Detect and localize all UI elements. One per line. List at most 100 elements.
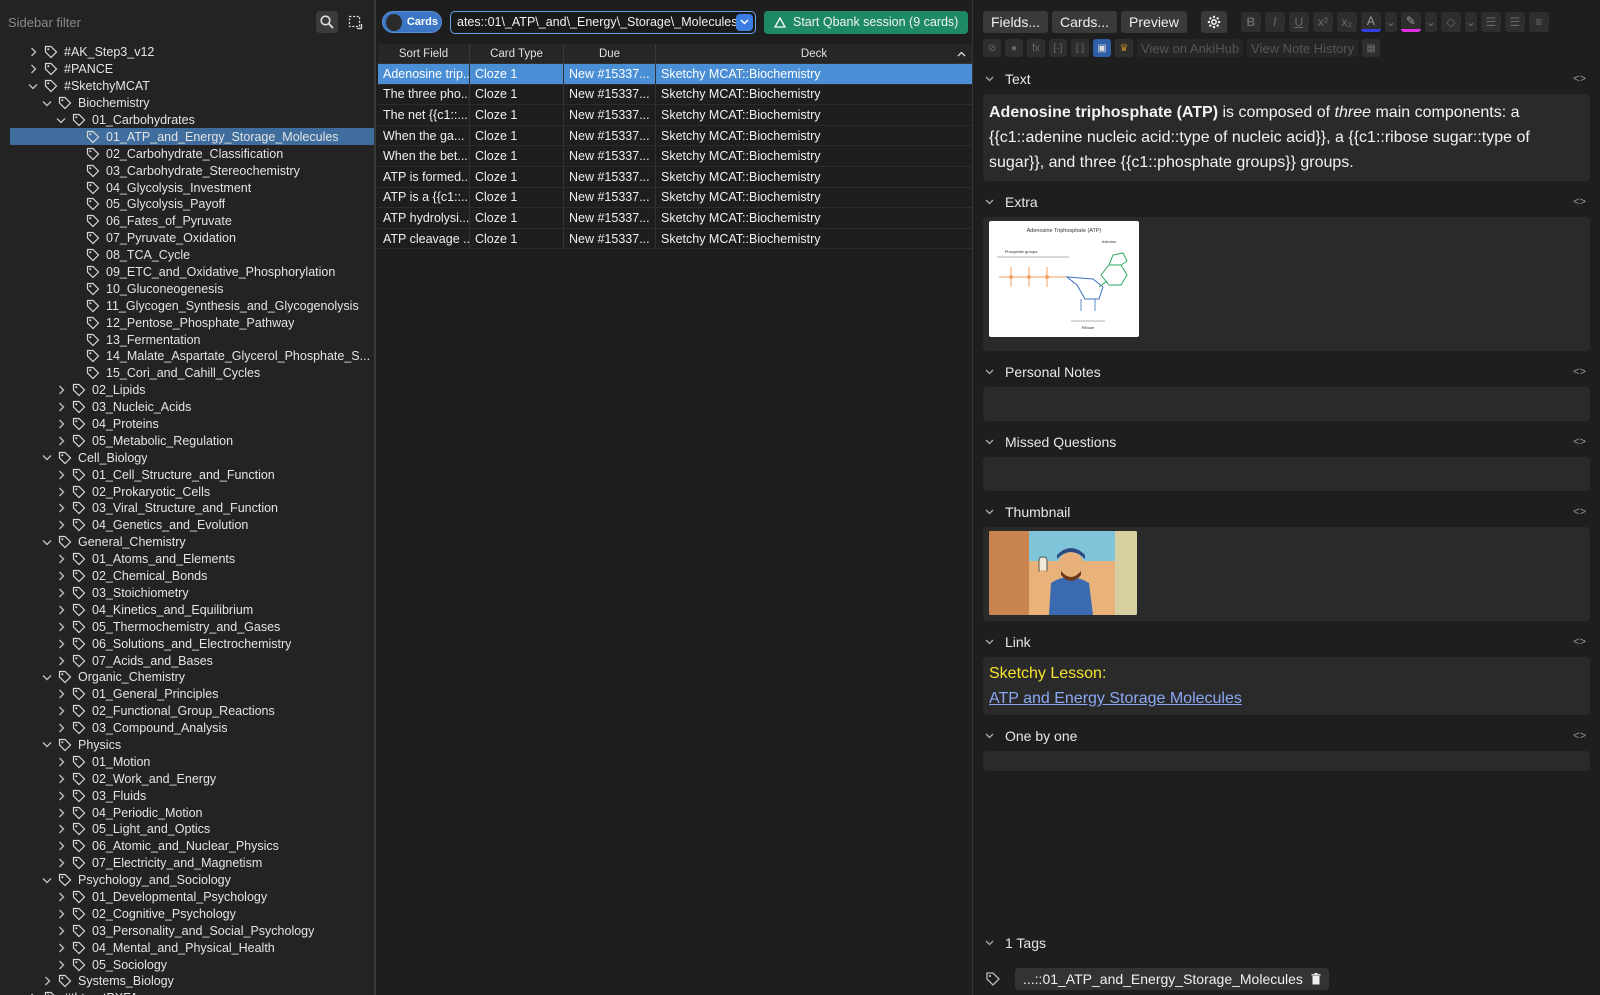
html-editor-toggle-icon[interactable]: <> [1573, 366, 1586, 378]
html-editor-toggle-icon[interactable]: <> [1573, 73, 1586, 85]
chevron-right-icon[interactable] [56, 436, 66, 446]
chevron-right-icon[interactable] [56, 824, 66, 834]
html-editor-toggle-icon[interactable]: <> [1573, 436, 1586, 448]
chevron-right-icon[interactable] [56, 757, 66, 767]
html-editor-toggle-icon[interactable]: <> [1573, 730, 1586, 742]
sidebar-tree-item[interactable]: 02_Work_and_Energy [0, 770, 374, 787]
chevron-down-icon[interactable] [42, 875, 52, 885]
table-row[interactable]: Adenosine trip... Cloze 1 New #15337... Ske… [378, 64, 972, 85]
html-editor-toggle-icon[interactable]: <> [1573, 506, 1586, 518]
sidebar-tree-item[interactable]: 01_Carbohydrates [0, 112, 374, 129]
chevron-right-icon[interactable] [56, 622, 66, 632]
sidebar-tree-item[interactable]: Cell_Biology [0, 449, 374, 466]
sidebar-tree-item[interactable]: 05_Thermochemistry_and_Gases [0, 618, 374, 635]
italic-icon[interactable]: I [1264, 12, 1285, 32]
sidebar-tree-item[interactable]: 05_Sociology [0, 956, 374, 973]
cards-notes-toggle[interactable]: Cards [382, 11, 442, 33]
cloze-same-icon[interactable]: [ ] [1071, 39, 1089, 57]
chevron-right-icon[interactable] [56, 554, 66, 564]
sidebar-tree-item[interactable]: 14_Malate_Aspartate_Glycerol_Phosphate_S… [0, 348, 374, 365]
sidebar-tree-item[interactable]: 13_Fermentation [0, 331, 374, 348]
field-link-editor[interactable]: Sketchy Lesson: ATP and Energy Storage M… [983, 657, 1590, 715]
sidebar-tree-item[interactable]: 03_Personality_and_Social_Psychology [0, 922, 374, 939]
search-query-text[interactable]: ates::01\_ATP\_and\_Energy\_Storage\_Mol… [457, 15, 736, 29]
sidebar-tree-item[interactable]: 07_Electricity_and_Magnetism [0, 855, 374, 872]
sidebar-tree-item[interactable]: 06_Solutions_and_Electrochemistry [0, 635, 374, 652]
chevron-right-icon[interactable] [42, 976, 52, 986]
attachment-icon[interactable]: ⊘ [983, 39, 1001, 57]
sidebar-tree-item[interactable]: 01_General_Principles [0, 686, 374, 703]
chevron-right-icon[interactable] [56, 571, 66, 581]
column-deck[interactable]: Deck [656, 44, 972, 63]
sidebar-tree-item[interactable]: Organic_Chemistry [0, 669, 374, 686]
crown-icon[interactable]: ♛ [1115, 39, 1133, 57]
field-header-extra[interactable]: Extra <> [973, 191, 1600, 213]
table-row[interactable]: The three pho... Cloze 1 New #15337... Sket… [378, 84, 972, 106]
chevron-down-icon[interactable] [985, 369, 995, 375]
field-personal-notes-editor[interactable] [983, 387, 1590, 421]
sidebar-tree-item[interactable]: 15_Cori_and_Cahill_Cycles [0, 365, 374, 382]
table-row[interactable]: ATP is a {{c1::... Cloze 1 New #15337... Sk… [378, 187, 972, 209]
table-row[interactable]: ATP is formed... Cloze 1 New #15337... Sket… [378, 166, 972, 188]
column-due[interactable]: Due [564, 44, 656, 63]
html-editor-toggle-icon[interactable]: <> [1573, 636, 1586, 648]
chevron-down-icon[interactable] [42, 537, 52, 547]
chevron-down-icon[interactable]: ⌄ [1384, 12, 1397, 32]
chevron-down-icon[interactable] [42, 453, 52, 463]
chevron-right-icon[interactable] [56, 791, 66, 801]
sidebar-tree-item[interactable]: 01_Motion [0, 753, 374, 770]
sidebar-tree-item[interactable]: 04_Genetics_and_Evolution [0, 517, 374, 534]
sketch-thumbnail-image[interactable] [989, 531, 1137, 615]
cards-button[interactable]: Cards... [1052, 11, 1118, 33]
fields-button[interactable]: Fields... [983, 11, 1049, 33]
sidebar-tree-item[interactable]: 04_Proteins [0, 416, 374, 433]
chevron-down-icon[interactable] [985, 439, 995, 445]
sidebar-tree-item[interactable]: 11_Glycogen_Synthesis_and_Glycogenolysis [0, 297, 374, 314]
chevron-down-icon[interactable] [985, 76, 995, 82]
sidebar-tree-item[interactable]: 03_Nucleic_Acids [0, 399, 374, 416]
sidebar-tree-item[interactable]: 03_Compound_Analysis [0, 720, 374, 737]
tags-header[interactable]: 1 Tags [973, 932, 1600, 954]
search-icon[interactable] [316, 11, 338, 33]
table-icon[interactable]: ▦ [1362, 39, 1381, 57]
atp-diagram-image[interactable]: Adenosine Triphosphate (ATP) Phosphate g… [989, 221, 1139, 337]
sidebar-tree-item[interactable]: 03_Viral_Structure_and_Function [0, 500, 374, 517]
subscript-icon[interactable]: x₂ [1336, 12, 1357, 32]
sidebar-tree-item[interactable]: 04_Glycolysis_Investment [0, 179, 374, 196]
sidebar-tree-item[interactable]: Systems_Biology [0, 973, 374, 990]
chevron-right-icon[interactable] [56, 503, 66, 513]
field-missed-questions-editor[interactable] [983, 457, 1590, 491]
sidebar-tree-item[interactable]: 05_Glycolysis_Payoff [0, 196, 374, 213]
table-row[interactable]: When the bet... Cloze 1 New #15337... Sketc… [378, 146, 972, 167]
sidebar-tree-item[interactable]: 04_Kinetics_and_Equilibrium [0, 601, 374, 618]
sidebar-tree-item[interactable]: 09_ETC_and_Oxidative_Phosphorylation [0, 264, 374, 281]
image-occlusion-icon[interactable]: ▣ [1093, 39, 1111, 57]
sidebar-tree-item[interactable]: 04_Periodic_Motion [0, 804, 374, 821]
formula-icon[interactable]: fx [1027, 39, 1045, 57]
chevron-right-icon[interactable] [56, 774, 66, 784]
sidebar-tree-item[interactable]: 10_Gluconeogenesis [0, 280, 374, 297]
chevron-right-icon[interactable] [56, 487, 66, 497]
chevron-down-icon[interactable] [56, 115, 66, 125]
sidebar-tree-item[interactable]: 02_Chemical_Bonds [0, 568, 374, 585]
sidebar-tree-item[interactable]: 12_Pentose_Phosphate_Pathway [0, 314, 374, 331]
sidebar-tree-item[interactable]: Psychology_and_Sociology [0, 872, 374, 889]
table-row[interactable]: ATP hydrolysi... Cloze 1 New #15337... Sket… [378, 208, 972, 229]
gear-icon[interactable] [1200, 11, 1227, 33]
tag-pill[interactable]: ...::01_ATP_and_Energy_Storage_Molecules [1015, 968, 1329, 990]
chevron-right-icon[interactable] [56, 808, 66, 818]
sidebar-tree-item[interactable]: Biochemistry [0, 95, 374, 112]
chevron-right-icon[interactable] [56, 656, 66, 666]
chevron-right-icon[interactable] [56, 385, 66, 395]
unordered-list-icon[interactable]: ☰ [1480, 12, 1501, 32]
sidebar-tree-item[interactable]: #thtrentPXFA [0, 990, 374, 995]
sidebar-tree-item[interactable]: 02_Functional_Group_Reactions [0, 703, 374, 720]
sidebar-tree-item[interactable]: 04_Mental_and_Physical_Health [0, 939, 374, 956]
sidebar-tree-item[interactable]: 02_Carbohydrate_Classification [0, 145, 374, 162]
microphone-icon[interactable]: ● [1005, 39, 1023, 57]
column-sort-field[interactable]: Sort Field [378, 44, 470, 63]
tags-editor[interactable]: ...::01_ATP_and_Energy_Storage_Molecules [973, 965, 1600, 993]
sidebar-tree-item[interactable]: 02_Prokaryotic_Cells [0, 483, 374, 500]
field-header-personal-notes[interactable]: Personal Notes <> [973, 361, 1600, 383]
chevron-down-icon[interactable] [42, 740, 52, 750]
